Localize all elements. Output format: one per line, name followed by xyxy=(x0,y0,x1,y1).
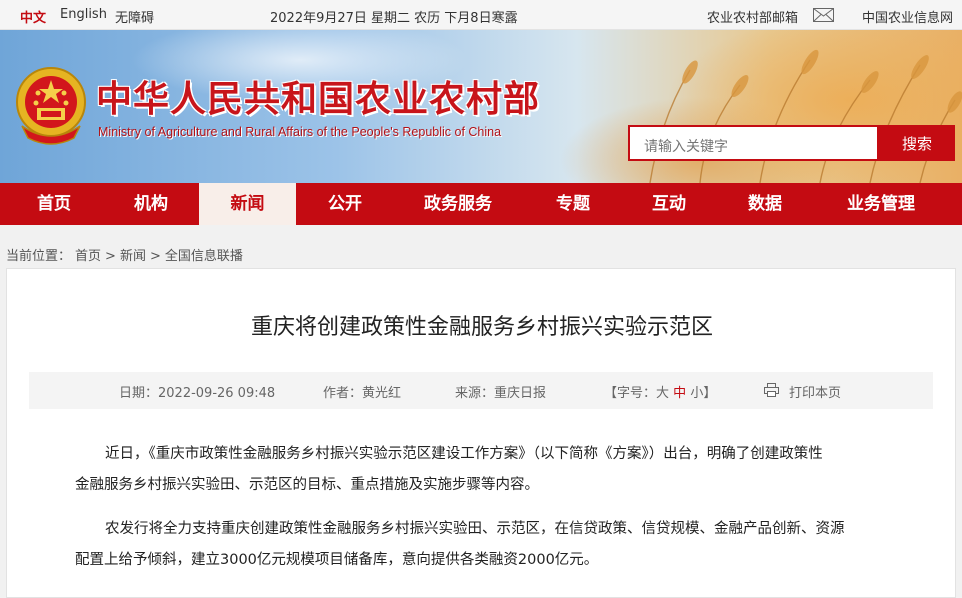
nav-item-topics[interactable]: 专题 xyxy=(530,183,616,225)
language-chinese-link[interactable]: 中文 xyxy=(20,7,46,26)
article-paragraph-1-line-1: 近日，《重庆市政策性金融服务乡村振兴实验示范区建设工作方案》（以下简称《方案》）… xyxy=(105,446,823,462)
nav-item-business-management[interactable]: 业务管理 xyxy=(833,183,929,225)
font-size-small[interactable]: 小 xyxy=(690,386,703,401)
breadcrumb-home[interactable]: 首页 xyxy=(75,249,101,264)
nav-item-home[interactable]: 首页 xyxy=(0,183,108,225)
breadcrumb-separator: > xyxy=(105,249,116,264)
breadcrumb-national-news[interactable]: 全国信息联播 xyxy=(165,249,243,264)
font-size-large[interactable]: 大 xyxy=(656,386,669,401)
accessibility-link[interactable]: 无障碍 xyxy=(115,7,154,26)
mail-icon[interactable] xyxy=(813,8,834,22)
article-meta-bar: 日期：2022-09-26 09:48 作者：黄光红 来源：重庆日报 【字号：大… xyxy=(29,372,933,409)
nav-item-institutions[interactable]: 机构 xyxy=(108,183,194,225)
breadcrumb: 当前位置： 首页 > 新闻 > 全国信息联播 xyxy=(6,245,247,264)
breadcrumb-separator: > xyxy=(149,249,161,264)
font-size-close: 】 xyxy=(703,386,717,401)
search-input[interactable] xyxy=(628,125,879,161)
article-paragraph-1-line-2: 金融服务乡村振兴实验田、示范区的目标、重点措施及实施步骤等内容。 xyxy=(75,477,539,493)
print-icon[interactable] xyxy=(764,383,779,397)
breadcrumb-news[interactable]: 新闻 xyxy=(120,249,146,264)
article-title: 重庆将创建政策性金融服务乡村振兴实验示范区 xyxy=(250,315,713,340)
font-size-label: 【字号： xyxy=(604,386,657,401)
article-author: 作者：黄光红 xyxy=(323,386,402,401)
search-button[interactable]: 搜索 xyxy=(879,125,955,161)
article-paragraph-2-line-2: 配置上给予倾斜，建立3000亿元规模项目储备库，意向提供各类融资2000亿元。 xyxy=(75,552,599,568)
nav-item-news[interactable]: 新闻 xyxy=(199,183,296,225)
font-size-control: 【字号：大 中 小】 xyxy=(604,382,716,401)
nav-item-public[interactable]: 公开 xyxy=(296,183,394,225)
top-utility-bar: 中文 English 无障碍 2022年9月27日 星期二 农历 下月8日寒露 … xyxy=(0,0,962,30)
article-panel: 重庆将创建政策性金融服务乡村振兴实验示范区 日期：2022-09-26 09:4… xyxy=(6,268,956,598)
article-paragraph-2-line-1: 农发行将全力支持重庆创建政策性金融服务乡村振兴实验田、示范区，在信贷政策、信贷规… xyxy=(105,521,845,537)
article-date: 日期：2022-09-26 09:48 xyxy=(119,386,276,401)
print-page-link[interactable]: 打印本页 xyxy=(789,382,841,401)
nav-item-interaction[interactable]: 互动 xyxy=(626,183,712,225)
font-size-medium[interactable]: 中 xyxy=(673,386,686,401)
site-subtitle: Ministry of Agriculture and Rural Affair… xyxy=(98,125,502,139)
nav-item-data[interactable]: 数据 xyxy=(722,183,808,225)
main-nav: 首页 机构 新闻 公开 政务服务 专题 互动 数据 业务管理 xyxy=(0,183,962,225)
site-title: 中华人民共和国农业农村部 xyxy=(96,78,541,120)
current-date: 2022年9月27日 星期二 农历 下月8日寒露 xyxy=(270,11,518,26)
nav-item-government-services[interactable]: 政务服务 xyxy=(410,183,506,225)
breadcrumb-label: 当前位置： xyxy=(6,249,72,264)
article-source: 来源：重庆日报 xyxy=(455,386,547,401)
language-english-link[interactable]: English xyxy=(60,7,107,22)
national-emblem-icon xyxy=(16,67,86,145)
agri-info-net-link[interactable]: 中国农业信息网 xyxy=(862,7,953,26)
mailbox-link[interactable]: 农业农村部邮箱 xyxy=(707,7,798,26)
